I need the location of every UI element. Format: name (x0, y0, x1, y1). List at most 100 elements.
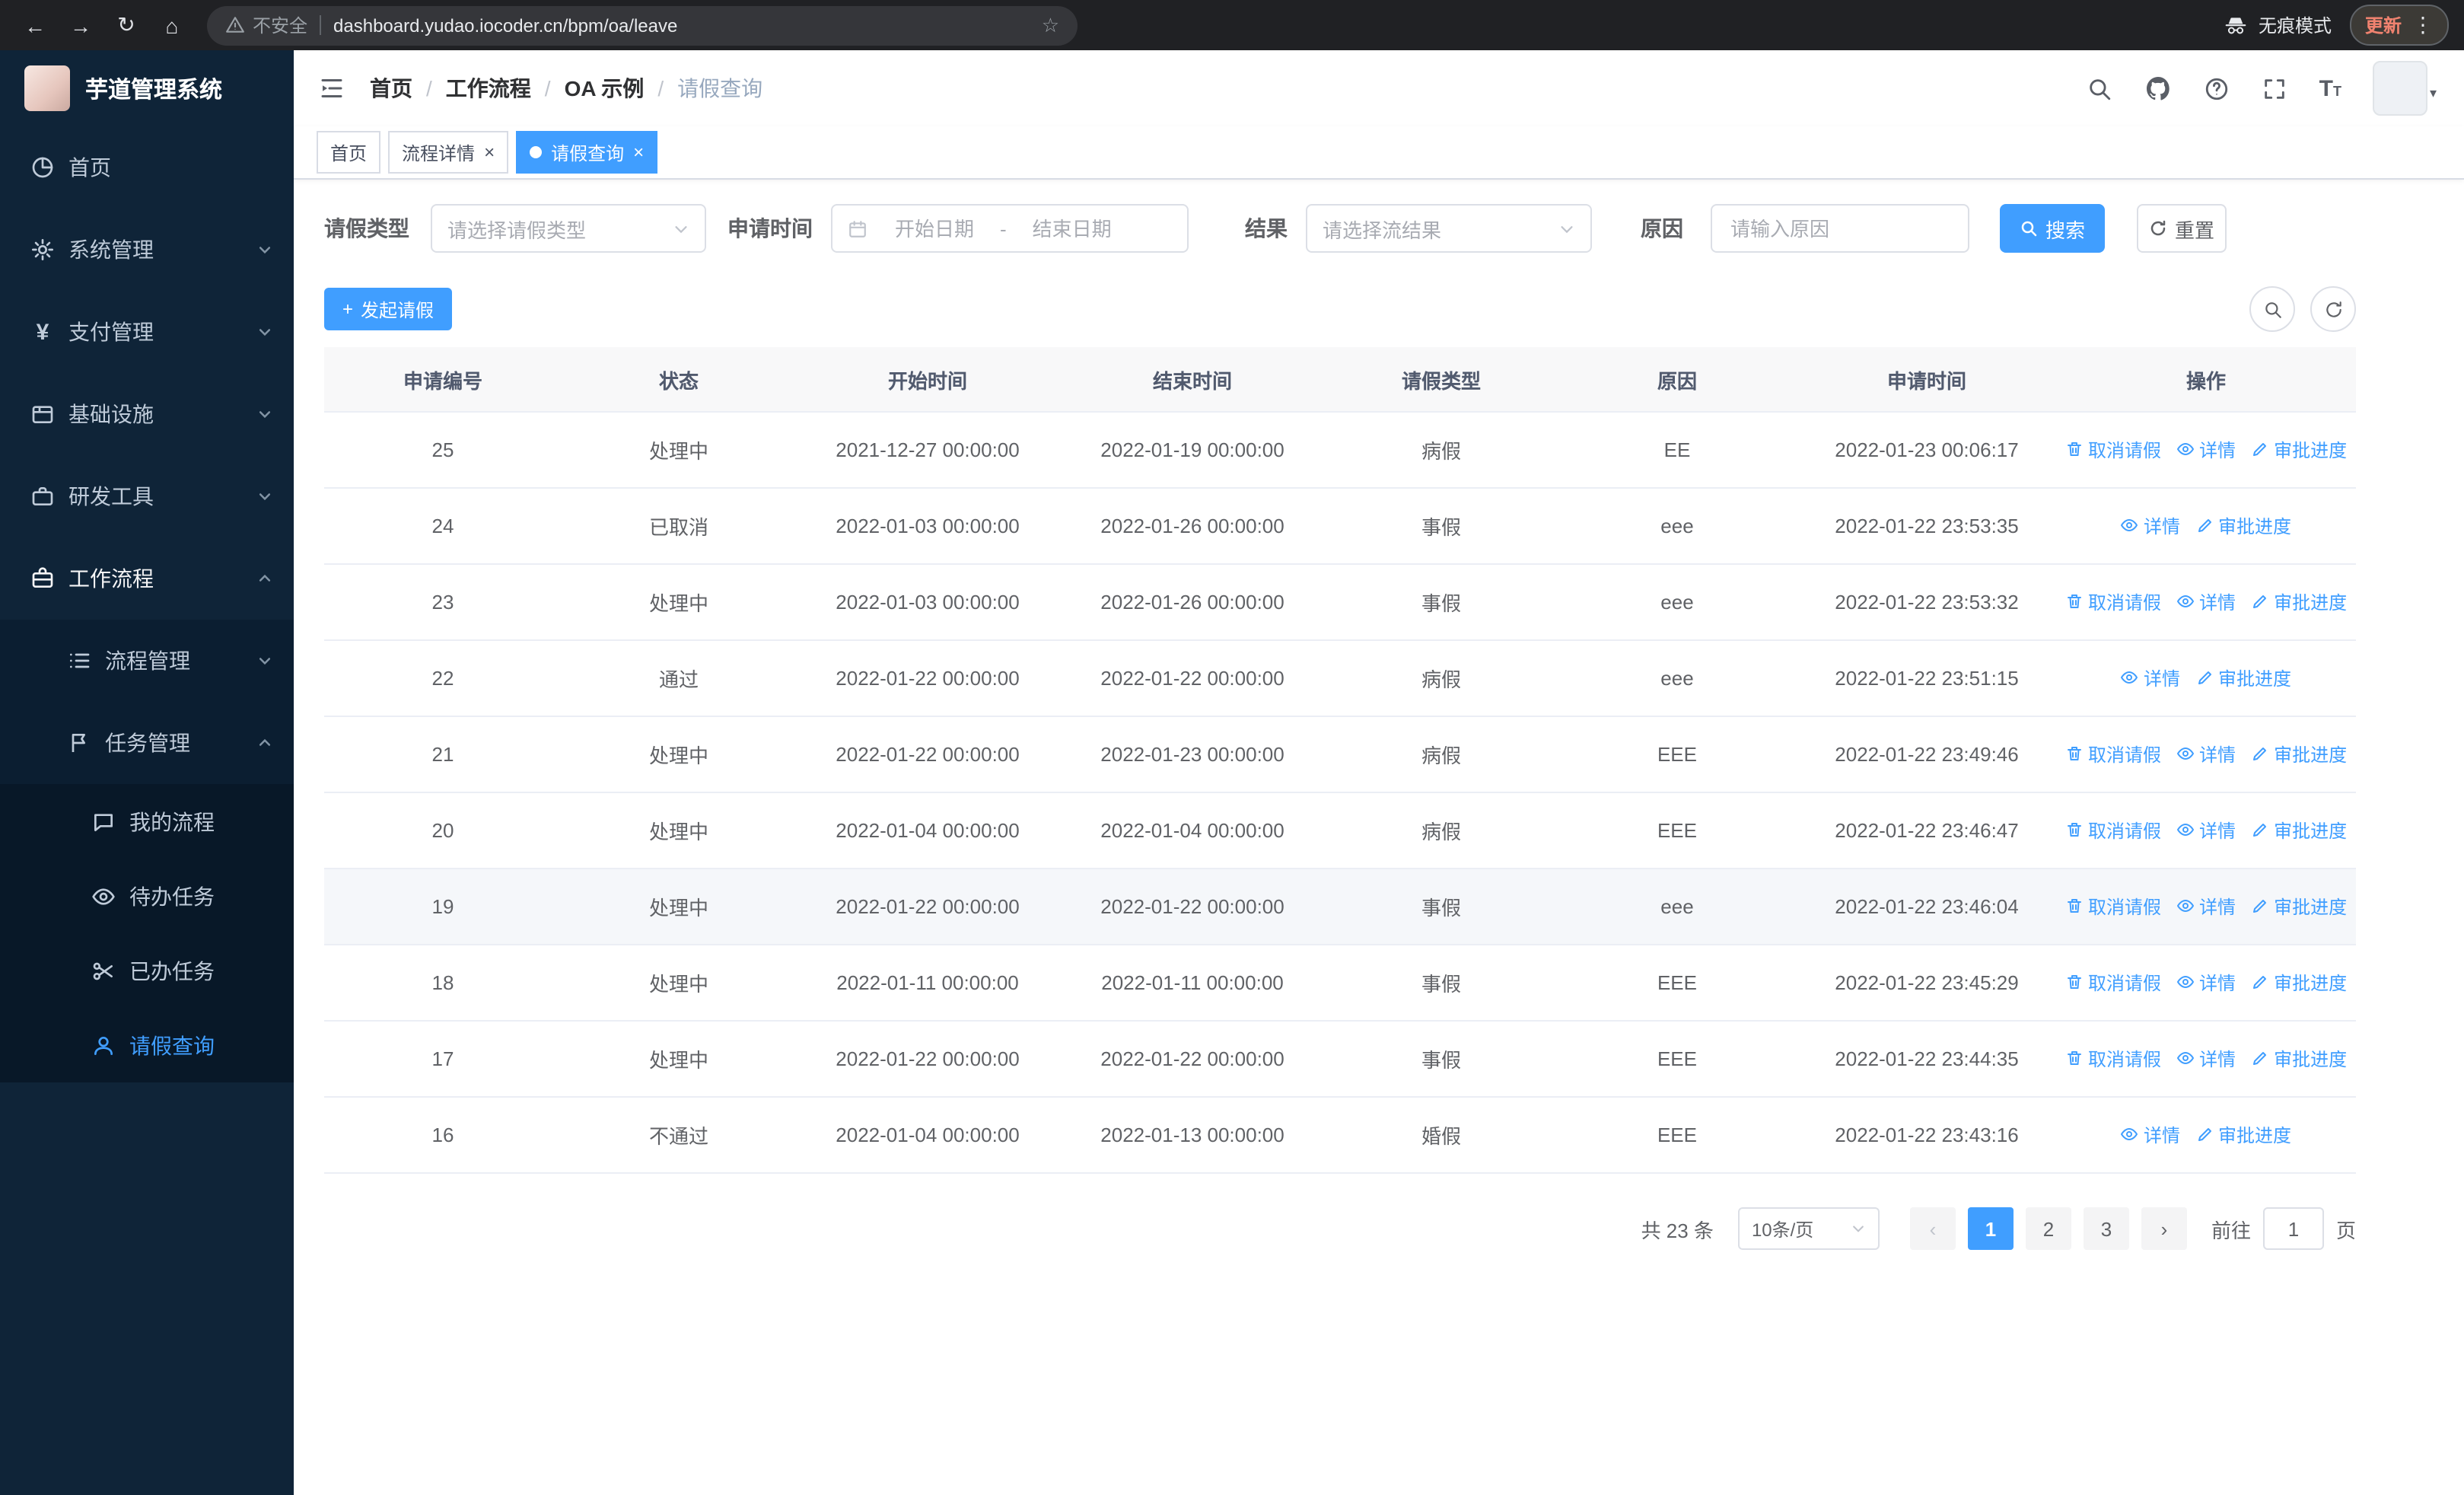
progress-link[interactable]: 审批进度 (2251, 437, 2347, 463)
cancel-leave-link[interactable]: 取消请假 (2065, 437, 2161, 463)
cell-status: 已取消 (562, 488, 796, 565)
breadcrumb-item-home[interactable]: 首页 (370, 73, 412, 104)
page-button-2[interactable]: 2 (2025, 1207, 2071, 1250)
fullscreen-button[interactable] (2262, 75, 2287, 101)
font-size-icon-small: T (2332, 83, 2341, 99)
progress-link[interactable]: 审批进度 (2195, 513, 2291, 539)
progress-link[interactable]: 审批进度 (2251, 1046, 2347, 1072)
header-search-button[interactable] (2087, 75, 2112, 101)
page-size-select[interactable]: 10条/页 (1737, 1207, 1880, 1250)
tab-home[interactable]: 首页 (317, 131, 381, 174)
next-page-button[interactable]: › (2141, 1207, 2187, 1250)
sidebar-collapse-button[interactable] (318, 75, 345, 102)
sidebar-item-leave-query[interactable]: 请假查询 (0, 1008, 294, 1082)
progress-link[interactable]: 审批进度 (2251, 818, 2347, 843)
cancel-leave-link[interactable]: 取消请假 (2065, 970, 2161, 996)
progress-link[interactable]: 审批进度 (2251, 894, 2347, 920)
detail-link[interactable]: 详情 (2121, 1122, 2180, 1148)
page-button-1[interactable]: 1 (1967, 1207, 2014, 1250)
refresh-table-button[interactable] (2310, 286, 2356, 332)
tab-leave-query[interactable]: 请假查询 × (516, 131, 658, 174)
progress-link[interactable]: 审批进度 (2251, 970, 2347, 996)
sidebar-item-home[interactable]: 首页 (0, 126, 294, 209)
browser-forward-button[interactable]: → (61, 5, 100, 45)
prev-page-button[interactable]: ‹ (1909, 1207, 1956, 1250)
sidebar-item-infrastructure[interactable]: 基础设施 (0, 373, 294, 455)
progress-link[interactable]: 审批进度 (2251, 589, 2347, 615)
chat-bubble-icon (94, 813, 113, 830)
browser-reload-button[interactable]: ↻ (107, 5, 146, 45)
start-date-input[interactable] (878, 215, 991, 241)
browser-toolbar: ← → ↻ ⌂ 不安全 dashboard.yudao.iocoder.cn/b… (0, 0, 2464, 50)
sidebar-item-task-management[interactable]: 任务管理 (0, 702, 294, 784)
result-select[interactable]: 请选择流结果 (1306, 204, 1592, 253)
sidebar-item-workflow[interactable]: 工作流程 (0, 537, 294, 620)
help-button[interactable] (2204, 75, 2230, 101)
progress-link[interactable]: 审批进度 (2195, 1122, 2291, 1148)
breadcrumb-item-workflow[interactable]: 工作流程 (446, 73, 531, 104)
apply-time-label: 申请时间 (727, 216, 813, 241)
page-button-3[interactable]: 3 (2083, 1207, 2129, 1250)
table-row: 25 处理中 2021-12-27 00:00:00 2022-01-19 00:00… (324, 412, 2356, 489)
cell-type: 病假 (1326, 412, 1557, 489)
github-button[interactable] (2144, 75, 2172, 102)
close-icon[interactable]: × (633, 143, 644, 161)
end-date-input[interactable] (1015, 215, 1129, 241)
sidebar-item-payment-management[interactable]: ¥ 支付管理 (0, 291, 294, 373)
reason-input[interactable] (1727, 215, 1953, 241)
detail-link[interactable]: 详情 (2176, 1046, 2236, 1072)
detail-link[interactable]: 详情 (2176, 818, 2236, 843)
sidebar-item-done-tasks[interactable]: 已办任务 (0, 933, 294, 1008)
cancel-leave-link[interactable]: 取消请假 (2065, 589, 2161, 615)
reset-button[interactable]: 重置 (2137, 204, 2227, 253)
browser-menu-icon[interactable]: ⋮ (2412, 12, 2434, 38)
cancel-leave-link[interactable]: 取消请假 (2065, 818, 2161, 843)
cell-id: 24 (324, 488, 562, 565)
apply-time-range[interactable]: - (831, 204, 1189, 253)
page-size-label: 10条/页 (1751, 1219, 1814, 1240)
detail-link[interactable]: 详情 (2176, 437, 2236, 463)
progress-link[interactable]: 审批进度 (2195, 665, 2291, 691)
user-avatar[interactable] (2373, 61, 2428, 116)
browser-back-button[interactable]: ← (15, 5, 55, 45)
search-button[interactable]: 搜索 (2000, 204, 2105, 253)
security-warning[interactable]: 不安全 (225, 12, 307, 38)
forward-icon: → (70, 13, 91, 37)
detail-link[interactable]: 详情 (2176, 741, 2236, 767)
detail-link[interactable]: 详情 (2121, 665, 2180, 691)
close-icon[interactable]: × (484, 143, 495, 161)
chevron-down-icon (257, 406, 272, 422)
browser-home-button[interactable]: ⌂ (152, 5, 192, 45)
toggle-search-button[interactable] (2249, 286, 2295, 332)
detail-link[interactable]: 详情 (2176, 589, 2236, 615)
leave-type-select[interactable]: 请选择请假类型 (431, 204, 706, 253)
cell-status: 处理中 (562, 412, 796, 489)
table-row: 18 处理中 2022-01-11 00:00:00 2022-01-11 00:00… (324, 945, 2356, 1022)
progress-link[interactable]: 审批进度 (2251, 741, 2347, 767)
cancel-leave-link[interactable]: 取消请假 (2065, 894, 2161, 920)
incognito-icon (2225, 17, 2246, 33)
app-logo[interactable]: 芋道管理系统 (0, 50, 294, 126)
cancel-leave-link[interactable]: 取消请假 (2065, 1046, 2161, 1072)
sidebar-item-process-management[interactable]: 流程管理 (0, 620, 294, 702)
tab-process-detail[interactable]: 流程详情 × (388, 131, 509, 174)
cancel-leave-link[interactable]: 取消请假 (2065, 741, 2161, 767)
address-bar[interactable]: 不安全 dashboard.yudao.iocoder.cn/bpm/oa/le… (207, 5, 1078, 45)
goto-page-input[interactable] (2262, 1207, 2324, 1250)
tab-label: 流程详情 (402, 142, 476, 164)
font-size-button[interactable]: T T (2319, 77, 2341, 100)
detail-link[interactable]: 详情 (2121, 513, 2180, 539)
sidebar-item-dev-tools[interactable]: 研发工具 (0, 455, 294, 537)
detail-link[interactable]: 详情 (2176, 970, 2236, 996)
detail-link[interactable]: 详情 (2176, 894, 2236, 920)
breadcrumb-item-oa-example[interactable]: OA 示例 (565, 73, 645, 104)
page-jumper: 前往 页 (2211, 1207, 2356, 1250)
browser-update-button[interactable]: 更新 ⋮ (2349, 5, 2449, 46)
sidebar-item-todo-tasks[interactable]: 待办任务 (0, 859, 294, 933)
sidebar-item-system-management[interactable]: 系统管理 (0, 209, 294, 291)
create-leave-button[interactable]: + 发起请假 (324, 288, 453, 330)
bookmark-star-icon[interactable]: ☆ (1042, 13, 1059, 37)
avatar-caret-icon[interactable]: ▾ (2430, 85, 2437, 102)
cell-actions: 取消请假 详情 审批进度 (2056, 792, 2356, 869)
sidebar-item-my-process[interactable]: 我的流程 (0, 784, 294, 859)
